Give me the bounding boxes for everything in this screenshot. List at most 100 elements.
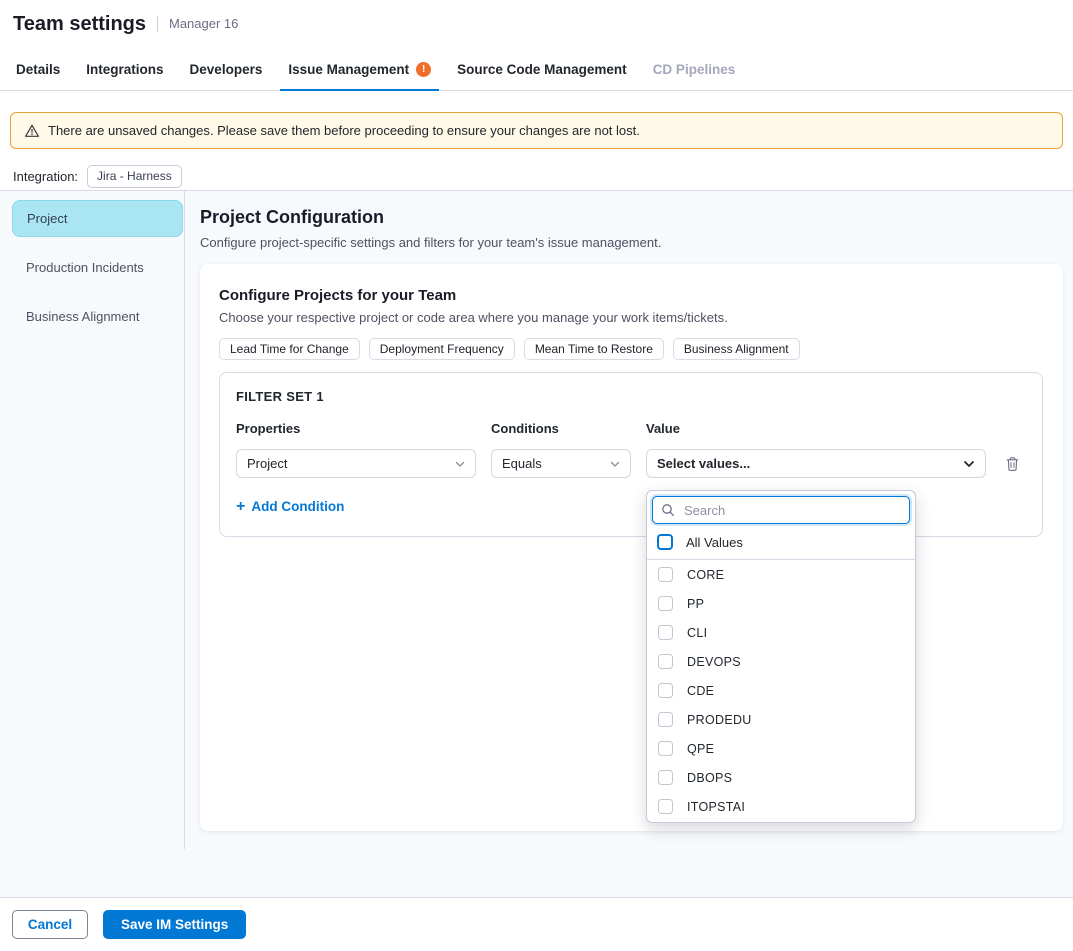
metric-chip[interactable]: Lead Time for Change — [219, 338, 360, 360]
search-icon — [661, 503, 675, 517]
value-select[interactable]: Select values... — [646, 449, 986, 478]
dropdown-options: CORE PP — [652, 560, 910, 823]
option-label: PP — [687, 597, 704, 611]
trash-icon — [1005, 456, 1020, 472]
tab-label: Developers — [190, 62, 263, 77]
filter-grid: Properties Conditions Value Project Equa… — [236, 421, 1026, 478]
filter-set: FILTER SET 1 Properties Conditions Value… — [219, 372, 1043, 537]
dropdown-option[interactable]: CLI — [652, 618, 910, 647]
dropdown-option[interactable]: CDE — [652, 676, 910, 705]
page-header: Team settings Manager 16 — [0, 0, 1073, 48]
tab-bar: Details Integrations Developers Issue Ma… — [0, 48, 1073, 91]
option-checkbox[interactable] — [658, 654, 673, 669]
card-subtitle: Choose your respective project or code a… — [219, 310, 1043, 325]
option-checkbox[interactable] — [658, 741, 673, 756]
team-name-label: Manager 16 — [157, 16, 238, 32]
chevron-down-icon — [454, 458, 466, 470]
configure-projects-card: Configure Projects for your Team Choose … — [200, 264, 1063, 831]
option-checkbox[interactable] — [658, 799, 673, 814]
tab-label: CD Pipelines — [653, 62, 736, 77]
tab-label: Integrations — [86, 62, 163, 77]
option-label: ITOPSTAI — [687, 800, 745, 814]
integration-label: Integration: — [13, 169, 78, 184]
add-condition-label: Add Condition — [251, 499, 344, 514]
alert-badge-icon: ! — [416, 62, 431, 77]
dropdown-option[interactable]: QPE — [652, 734, 910, 763]
dropdown-option[interactable]: PP — [652, 589, 910, 618]
footer-spacer — [0, 860, 1073, 897]
dropdown-option[interactable]: CORE — [652, 560, 910, 589]
chevron-down-icon — [962, 457, 976, 471]
tab[interactable]: Integrations — [73, 48, 176, 90]
option-checkbox[interactable] — [658, 683, 673, 698]
cancel-button[interactable]: Cancel — [12, 910, 88, 939]
sidebar-item-label: Project — [27, 211, 67, 226]
warning-triangle-icon — [24, 123, 40, 139]
plus-icon: + — [236, 500, 245, 513]
option-checkbox[interactable] — [658, 712, 673, 727]
option-label: CORE — [687, 568, 724, 582]
page-title: Team settings — [13, 13, 146, 36]
chevron-down-icon — [609, 458, 621, 470]
dropdown-option[interactable]: PIPE — [652, 821, 910, 823]
option-label: DEVOPS — [687, 655, 741, 669]
sidebar-item[interactable]: Business Alignment — [12, 298, 183, 335]
tab-label: Source Code Management — [457, 62, 627, 77]
card-title: Configure Projects for your Team — [219, 287, 1043, 304]
tab[interactable]: Developers — [177, 48, 276, 90]
delete-condition-button[interactable] — [1001, 454, 1023, 474]
dropdown-option[interactable]: ITOPSTAI — [652, 792, 910, 821]
main-panel: Project Configuration Configure project-… — [185, 191, 1073, 860]
unsaved-changes-banner: There are unsaved changes. Please save t… — [10, 112, 1063, 149]
sidebar-item[interactable]: Project — [12, 200, 183, 237]
option-checkbox[interactable] — [658, 770, 673, 785]
metric-chip[interactable]: Deployment Frequency — [369, 338, 515, 360]
option-label: CLI — [687, 626, 707, 640]
option-checkbox[interactable] — [658, 596, 673, 611]
filter-set-title: FILTER SET 1 — [236, 389, 1026, 404]
tab-label: Details — [16, 62, 60, 77]
select-all-label: All Values — [686, 535, 743, 550]
value-select-placeholder: Select values... — [657, 456, 750, 471]
tab-label: Issue Management — [288, 62, 409, 77]
option-label: DBOPS — [687, 771, 732, 785]
tab[interactable]: Details — [3, 48, 73, 90]
content-area: Project Production Incidents Business Al… — [0, 190, 1073, 860]
condition-select-value: Equals — [502, 456, 542, 471]
metric-chips: Lead Time for Change Deployment Frequenc… — [219, 338, 1043, 360]
settings-sidebar: Project Production Incidents Business Al… — [0, 191, 185, 849]
dropdown-option[interactable]: DBOPS — [652, 763, 910, 792]
property-select[interactable]: Project — [236, 449, 476, 478]
save-im-settings-button[interactable]: Save IM Settings — [103, 910, 246, 939]
option-label: QPE — [687, 742, 714, 756]
dropdown-option[interactable]: PRODEDU — [652, 705, 910, 734]
integration-chip[interactable]: Jira - Harness — [87, 165, 182, 188]
option-label: PRODEDU — [687, 713, 752, 727]
add-condition-button[interactable]: + Add Condition — [236, 499, 344, 514]
sidebar-item[interactable]: Production Incidents — [12, 249, 183, 286]
search-input[interactable] — [682, 502, 901, 519]
metric-chip[interactable]: Mean Time to Restore — [524, 338, 664, 360]
banner-text: There are unsaved changes. Please save t… — [48, 123, 640, 138]
footer-actions: Cancel Save IM Settings — [0, 897, 1073, 951]
section-title: Project Configuration — [200, 207, 1063, 228]
select-all-checkbox[interactable] — [657, 534, 673, 550]
dropdown-option[interactable]: DEVOPS — [652, 647, 910, 676]
tab[interactable]: Issue Management ! — [275, 48, 444, 90]
properties-column-label: Properties — [236, 421, 476, 436]
metric-chip[interactable]: Business Alignment — [673, 338, 800, 360]
sidebar-item-label: Production Incidents — [26, 260, 144, 275]
option-label: CDE — [687, 684, 714, 698]
condition-select[interactable]: Equals — [491, 449, 631, 478]
section-subtitle: Configure project-specific settings and … — [200, 235, 1063, 250]
tab[interactable]: Source Code Management — [444, 48, 640, 90]
conditions-column-label: Conditions — [491, 421, 631, 436]
select-all-option[interactable]: All Values — [652, 524, 910, 559]
option-checkbox[interactable] — [658, 625, 673, 640]
value-select-wrapper: Select values... — [646, 449, 986, 478]
sidebar-item-label: Business Alignment — [26, 309, 139, 324]
option-checkbox[interactable] — [658, 567, 673, 582]
tab[interactable]: CD Pipelines — [640, 48, 749, 90]
property-select-value: Project — [247, 456, 287, 471]
integration-row: Integration: Jira - Harness — [13, 163, 1073, 190]
